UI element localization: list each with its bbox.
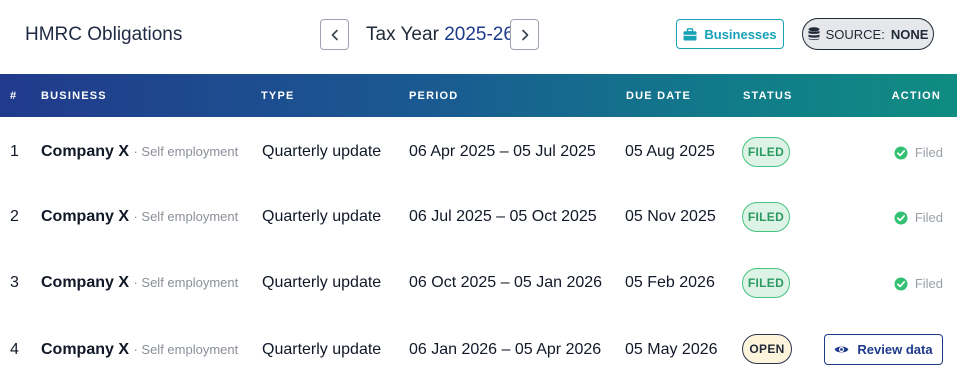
table-row: 2 Company X · Self employment Quarterly … (0, 185, 957, 251)
filed-indicator: Filed (894, 210, 943, 225)
table-row: 3 Company X · Self employment Quarterly … (0, 251, 957, 317)
column-header-business: BUSINESS (41, 90, 107, 102)
due-date: 05 Feb 2026 (625, 274, 715, 291)
header-bar: HMRC Obligations Tax Year 2025-26 Busine… (0, 0, 957, 74)
obligation-type: Quarterly update (262, 143, 382, 160)
business-type: · Self employment (133, 342, 239, 357)
filed-indicator: Filed (894, 145, 943, 160)
database-icon (808, 27, 820, 40)
row-number: 1 (10, 143, 19, 160)
column-header-due-date: DUE DATE (626, 90, 692, 102)
page-title: HMRC Obligations (25, 24, 183, 45)
business-cell: Company X · Self employment (41, 341, 238, 359)
obligation-type: Quarterly update (262, 341, 382, 358)
status-badge: OPEN (742, 334, 792, 364)
businesses-button-label: Businesses (704, 26, 777, 42)
column-header-action: ACTION (891, 90, 941, 102)
period: 06 Jul 2025 – 05 Oct 2025 (409, 208, 597, 225)
row-number: 3 (10, 274, 19, 291)
column-header-period: PERIOD (409, 90, 459, 102)
status-badge: FILED (742, 202, 790, 232)
row-number: 2 (10, 208, 19, 225)
business-cell: Company X · Self employment (41, 208, 238, 226)
status-badge: FILED (742, 268, 790, 298)
due-date: 05 Aug 2025 (625, 143, 715, 160)
check-circle-icon (894, 146, 908, 159)
obligation-type: Quarterly update (262, 208, 382, 225)
filed-label: Filed (914, 210, 943, 225)
period: 06 Jan 2026 – 05 Apr 2026 (409, 341, 602, 358)
tax-year-display: Tax Year 2025-26 (366, 24, 514, 46)
check-circle-icon (894, 211, 908, 224)
business-type: · Self employment (133, 144, 239, 159)
table-header: # BUSINESS TYPE PERIOD DUE DATE STATUS A… (0, 74, 957, 117)
period: 06 Apr 2025 – 05 Jul 2025 (409, 143, 596, 160)
filed-label: Filed (914, 276, 943, 291)
review-data-label: Review data (857, 342, 933, 357)
table-row: 1 Company X · Self employment Quarterly … (0, 119, 957, 185)
briefcase-icon (683, 27, 697, 40)
businesses-button[interactable]: Businesses (676, 19, 784, 49)
due-date: 05 May 2026 (625, 341, 718, 358)
source-badge: SOURCE: NONE (802, 18, 934, 50)
prev-year-button[interactable] (320, 19, 349, 50)
business-cell: Company X · Self employment (41, 143, 238, 161)
column-header-status: STATUS (743, 90, 793, 102)
review-data-button[interactable]: Review data (824, 334, 943, 365)
eye-icon (835, 346, 849, 353)
next-year-button[interactable] (510, 19, 539, 50)
status-badge: FILED (742, 137, 790, 167)
due-date: 05 Nov 2025 (625, 208, 716, 225)
business-cell: Company X · Self employment (41, 274, 238, 292)
business-name: Company X (41, 143, 130, 160)
source-value: NONE (890, 26, 929, 42)
check-circle-icon (894, 277, 908, 290)
chevron-right-icon (521, 29, 528, 40)
obligation-type: Quarterly update (262, 274, 382, 291)
period: 06 Oct 2025 – 05 Jan 2026 (409, 274, 603, 291)
business-name: Company X (41, 274, 130, 291)
business-name: Company X (41, 208, 130, 225)
tax-year-label: Tax Year (366, 24, 439, 45)
filed-indicator: Filed (894, 276, 943, 291)
business-type: · Self employment (133, 275, 239, 290)
business-type: · Self employment (133, 209, 239, 224)
tax-year-value: 2025-26 (444, 24, 514, 45)
source-label: SOURCE: (825, 26, 885, 42)
chevron-left-icon (331, 29, 338, 40)
filed-label: Filed (914, 145, 943, 160)
column-header-number: # (10, 90, 18, 102)
column-header-type: TYPE (261, 90, 295, 102)
business-name: Company X (41, 341, 130, 358)
row-number: 4 (10, 341, 19, 358)
table-row: 4 Company X · Self employment Quarterly … (0, 317, 957, 378)
